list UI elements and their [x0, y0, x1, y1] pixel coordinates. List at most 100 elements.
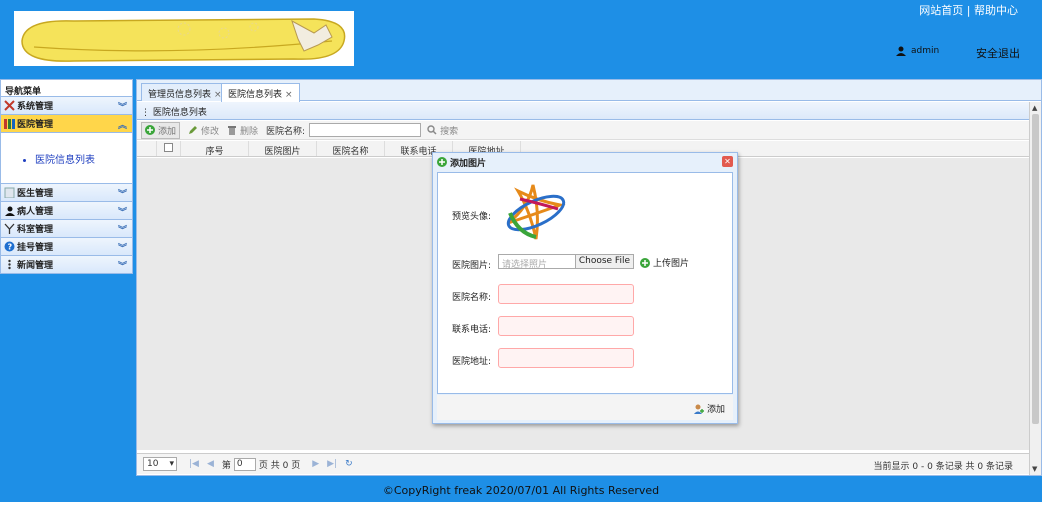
pencil-icon — [189, 126, 198, 134]
delete-button[interactable]: 删除 — [227, 124, 258, 137]
add-icon — [145, 125, 155, 135]
tab-label: 管理员信息列表 — [148, 90, 212, 100]
filter-icon — [4, 223, 15, 234]
hospital-name-input[interactable] — [498, 284, 634, 304]
name-label: 医院名称: — [452, 293, 492, 303]
panel-header: ⋮ 医院信息列表 — [137, 102, 1029, 120]
menu-dots-icon: ⋮ — [141, 108, 153, 118]
doctor-icon — [4, 187, 15, 198]
refresh-icon[interactable]: ↻ — [345, 459, 353, 469]
scroll-up-icon[interactable]: ▲ — [1032, 104, 1037, 112]
phone-input[interactable] — [498, 316, 634, 336]
user-icon — [896, 46, 906, 56]
page-prefix: 第 — [221, 460, 231, 471]
copyright: ©CopyRight freak 2020/07/01 All Rights R… — [382, 484, 660, 497]
add-icon — [640, 257, 650, 268]
submit-label: 添加 — [706, 405, 725, 415]
hospital-name-search-input[interactable] — [309, 123, 422, 137]
grid-header-spacer — [137, 141, 157, 156]
first-page-icon[interactable]: |◀ — [189, 459, 199, 469]
file-input[interactable]: 请选择照片 Choose File — [498, 254, 634, 270]
upload-label: 上传图片 — [653, 259, 690, 269]
page-number-input[interactable]: 0 — [233, 457, 256, 471]
dialog-body: 预览头像: 医院图片: 请选择照片 Choose File 上传图片 医院名称:… — [437, 172, 733, 394]
nav-item-label: 科室管理 — [17, 225, 54, 235]
user-info: admin — [896, 46, 939, 56]
column-name[interactable]: 医院名称 — [317, 141, 385, 157]
nav-item-hospital[interactable]: 医院管理 ︽ — [0, 115, 133, 133]
nav-item-patient[interactable]: 病人管理 ︾ — [0, 202, 133, 220]
nav-item-label: 系统管理 — [17, 102, 54, 112]
column-image[interactable]: 医院图片 — [249, 141, 317, 157]
books-icon — [4, 118, 15, 129]
scroll-thumb[interactable] — [1032, 114, 1039, 424]
help-link[interactable]: 帮助中心 — [974, 4, 1018, 17]
nav-item-news[interactable]: 新闻管理 ︾ — [0, 256, 133, 274]
nav-title: 导航菜单 — [0, 79, 133, 97]
chevron-down-icon[interactable]: ︾ — [118, 205, 127, 218]
help-icon: ? — [4, 241, 15, 252]
header: 网站首页 | 帮助中心 admin 安全退出 — [0, 0, 1042, 75]
chevron-down-icon[interactable]: ︾ — [118, 223, 127, 236]
username: admin — [911, 46, 940, 56]
tab-admin-list[interactable]: 管理员信息列表 × — [141, 83, 229, 101]
column-index[interactable]: 序号 — [181, 141, 249, 157]
svg-text:?: ? — [8, 243, 13, 252]
preview-label: 预览头像: — [452, 212, 492, 222]
nav-item-label: 新闻管理 — [17, 261, 54, 271]
address-input[interactable] — [498, 348, 634, 368]
chevron-up-icon[interactable]: ︽ — [118, 118, 127, 131]
prev-page-icon[interactable]: ◀ — [207, 459, 214, 469]
chevron-down-icon[interactable]: ︾ — [118, 259, 127, 272]
page-size-select[interactable]: 10 ▾ — [143, 457, 177, 471]
menu-dots-icon — [4, 259, 15, 270]
scroll-down-icon[interactable]: ▼ — [1032, 465, 1037, 473]
address-label: 医院地址: — [452, 357, 492, 367]
page-suffix: 页 共 0 页 — [258, 460, 301, 471]
nav-item-system[interactable]: 系统管理 ︾ — [0, 97, 133, 115]
toolbar: 添加 修改 删除 医院名称: 搜索 — [137, 121, 1029, 140]
file-placeholder: 请选择照片 — [502, 260, 548, 270]
nav-item-label: 医院管理 — [17, 120, 54, 130]
delete-icon — [228, 126, 237, 135]
nav-item-label: 医生管理 — [17, 189, 54, 199]
panel-title: 医院信息列表 — [152, 108, 207, 118]
dialog-title-bar[interactable]: 添加图片 ✕ — [433, 153, 737, 171]
vertical-scrollbar[interactable]: ▲ ▼ — [1029, 102, 1041, 475]
last-page-icon[interactable]: ▶| — [327, 459, 337, 469]
edit-label: 修改 — [201, 126, 220, 137]
add-button[interactable]: 添加 — [141, 121, 181, 139]
link-separator: | — [963, 4, 974, 17]
chevron-down-icon: ▾ — [169, 459, 174, 469]
nav-item-registration[interactable]: ? 挂号管理 ︾ — [0, 238, 133, 256]
nav-menu: 导航菜单 系统管理 ︾ 医院管理 ︽ 医院信息列表 医生管理 ︾ 病人管理 ︾ … — [0, 79, 133, 476]
chevron-down-icon[interactable]: ︾ — [118, 100, 127, 113]
image-label: 医院图片: — [452, 261, 492, 271]
pager: 10 ▾ |◀ ◀ 第 0 页 共 0 页 ▶ ▶| ↻ 当前显示 0 - 0 条… — [137, 453, 1029, 474]
next-page-icon[interactable]: ▶ — [312, 459, 319, 469]
search-button[interactable]: 搜索 — [427, 124, 458, 137]
close-icon[interactable]: × — [285, 90, 293, 100]
tab-hospital-list[interactable]: 医院信息列表 × — [221, 83, 300, 102]
submit-add-button[interactable]: 添加 — [693, 402, 725, 415]
nav-item-doctor[interactable]: 医生管理 ︾ — [0, 184, 133, 202]
nav-item-department[interactable]: 科室管理 ︾ — [0, 220, 133, 238]
search-icon — [427, 125, 437, 135]
user-icon — [4, 205, 15, 216]
dialog-footer: 添加 — [437, 395, 733, 420]
close-icon[interactable]: ✕ — [722, 156, 733, 167]
sub-item-hospital-list[interactable]: 医院信息列表 — [35, 151, 132, 166]
chevron-down-icon[interactable]: ︾ — [118, 241, 127, 254]
dialog-title: 添加图片 — [450, 158, 487, 169]
select-all-checkbox[interactable] — [157, 141, 181, 156]
choose-file-button[interactable]: Choose File — [574, 255, 633, 268]
edit-button[interactable]: 修改 — [188, 124, 219, 137]
logout-link[interactable]: 安全退出 — [976, 45, 1020, 61]
upload-button[interactable]: 上传图片 — [640, 256, 689, 269]
footer: ©CopyRight freak 2020/07/01 All Rights R… — [0, 480, 1042, 502]
page-size-value: 10 — [147, 459, 159, 469]
chevron-down-icon[interactable]: ︾ — [118, 187, 127, 200]
preview-image — [498, 183, 568, 243]
add-label: 添加 — [158, 126, 177, 137]
home-link[interactable]: 网站首页 — [919, 4, 963, 17]
